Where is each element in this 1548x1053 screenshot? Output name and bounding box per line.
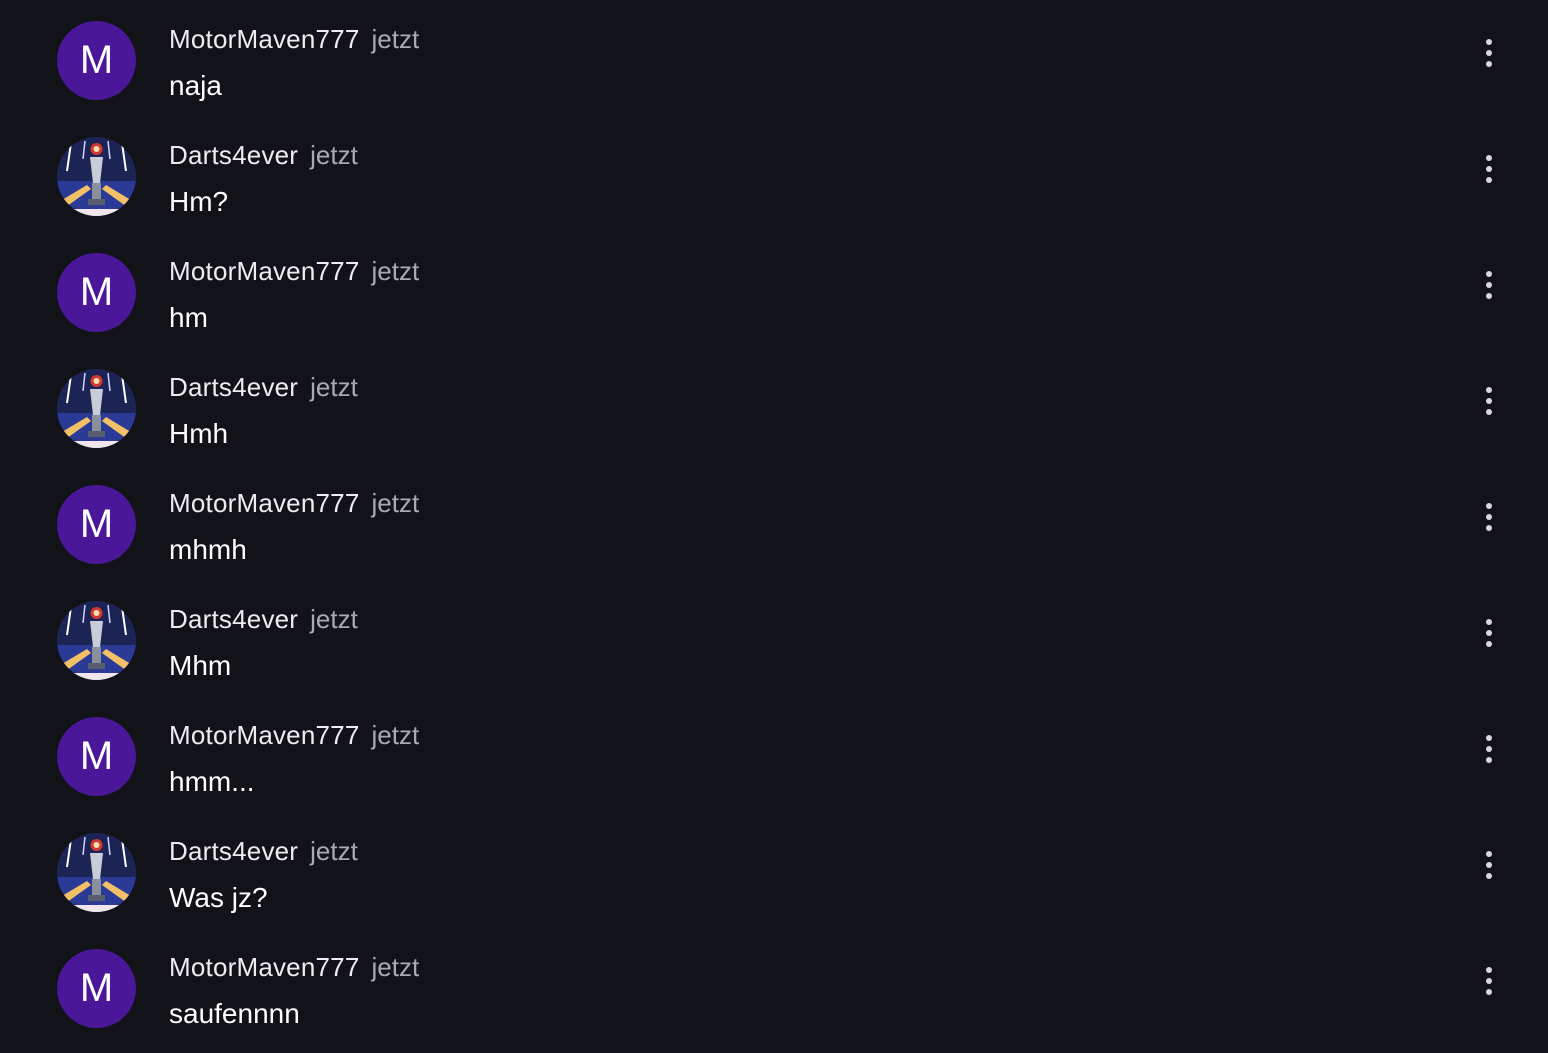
message-text: hm <box>169 302 208 333</box>
username[interactable]: MotorMaven777 <box>169 24 359 54</box>
timestamp: jetzt <box>310 140 358 170</box>
timestamp: jetzt <box>371 952 420 982</box>
more-options-button[interactable] <box>1473 616 1505 650</box>
avatar[interactable]: M <box>57 949 136 1028</box>
username[interactable]: Darts4ever <box>169 372 298 402</box>
darts-trophy-avatar-icon <box>57 601 136 680</box>
more-vertical-icon <box>1486 155 1492 183</box>
timestamp: jetzt <box>371 24 420 54</box>
message-text: Was jz? <box>169 882 268 913</box>
avatar[interactable]: M <box>57 485 136 564</box>
chat-message: M MotorMaven777 jetzt hm <box>0 232 1548 348</box>
message-text: saufennnn <box>169 998 300 1029</box>
chat-message-list: M MotorMaven777 jetzt naja Darts4ever je… <box>0 0 1548 1053</box>
message-header: MotorMaven777 jetzt <box>169 719 419 751</box>
message-header: MotorMaven777 jetzt <box>169 255 419 287</box>
message-text: Mhm <box>169 650 232 681</box>
more-vertical-icon <box>1486 271 1492 299</box>
message-header: Darts4ever jetzt <box>169 835 358 867</box>
message-header: MotorMaven777 jetzt <box>169 487 419 519</box>
timestamp: jetzt <box>310 836 358 866</box>
username[interactable]: Darts4ever <box>169 140 298 170</box>
message-text: hmm... <box>169 766 255 797</box>
avatar[interactable] <box>57 369 136 448</box>
more-options-button[interactable] <box>1473 500 1505 534</box>
more-options-button[interactable] <box>1473 152 1505 186</box>
message-text: naja <box>169 70 222 101</box>
username[interactable]: Darts4ever <box>169 836 298 866</box>
chat-message: M MotorMaven777 jetzt saufennnn <box>0 928 1548 1044</box>
more-options-button[interactable] <box>1473 732 1505 766</box>
chat-message: Darts4ever jetzt Hmh <box>0 348 1548 464</box>
message-text: mhmh <box>169 534 247 565</box>
username[interactable]: MotorMaven777 <box>169 488 359 518</box>
darts-trophy-avatar-icon <box>57 833 136 912</box>
avatar[interactable]: M <box>57 253 136 332</box>
chat-message: M MotorMaven777 jetzt naja <box>0 0 1548 116</box>
message-header: Darts4ever jetzt <box>169 603 358 635</box>
more-vertical-icon <box>1486 619 1492 647</box>
message-header: Darts4ever jetzt <box>169 139 358 171</box>
more-options-button[interactable] <box>1473 268 1505 302</box>
more-options-button[interactable] <box>1473 36 1505 70</box>
chat-message: Darts4ever jetzt Was jz? <box>0 812 1548 928</box>
timestamp: jetzt <box>371 488 420 518</box>
more-vertical-icon <box>1486 39 1492 67</box>
username[interactable]: MotorMaven777 <box>169 720 359 750</box>
more-options-button[interactable] <box>1473 848 1505 882</box>
more-vertical-icon <box>1486 851 1492 879</box>
chat-message: M MotorMaven777 jetzt hmm... <box>0 696 1548 812</box>
timestamp: jetzt <box>371 256 420 286</box>
message-header: Darts4ever jetzt <box>169 371 358 403</box>
avatar[interactable] <box>57 833 136 912</box>
more-vertical-icon <box>1486 967 1492 995</box>
message-text: Hm? <box>169 186 229 217</box>
more-vertical-icon <box>1486 387 1492 415</box>
more-options-button[interactable] <box>1473 384 1505 418</box>
message-header: MotorMaven777 jetzt <box>169 951 419 983</box>
darts-trophy-avatar-icon <box>57 137 136 216</box>
chat-message: Darts4ever jetzt Hm? <box>0 116 1548 232</box>
more-vertical-icon <box>1486 735 1492 763</box>
username[interactable]: MotorMaven777 <box>169 952 359 982</box>
darts-trophy-avatar-icon <box>57 369 136 448</box>
avatar[interactable]: M <box>57 21 136 100</box>
message-text: Hmh <box>169 418 229 449</box>
message-header: MotorMaven777 jetzt <box>169 23 419 55</box>
avatar[interactable] <box>57 137 136 216</box>
more-options-button[interactable] <box>1473 964 1505 998</box>
timestamp: jetzt <box>310 372 358 402</box>
avatar[interactable] <box>57 601 136 680</box>
username[interactable]: Darts4ever <box>169 604 298 634</box>
timestamp: jetzt <box>310 604 358 634</box>
username[interactable]: MotorMaven777 <box>169 256 359 286</box>
timestamp: jetzt <box>371 720 420 750</box>
chat-message: Darts4ever jetzt Mhm <box>0 580 1548 696</box>
chat-message: M MotorMaven777 jetzt mhmh <box>0 464 1548 580</box>
more-vertical-icon <box>1486 503 1492 531</box>
avatar[interactable]: M <box>57 717 136 796</box>
